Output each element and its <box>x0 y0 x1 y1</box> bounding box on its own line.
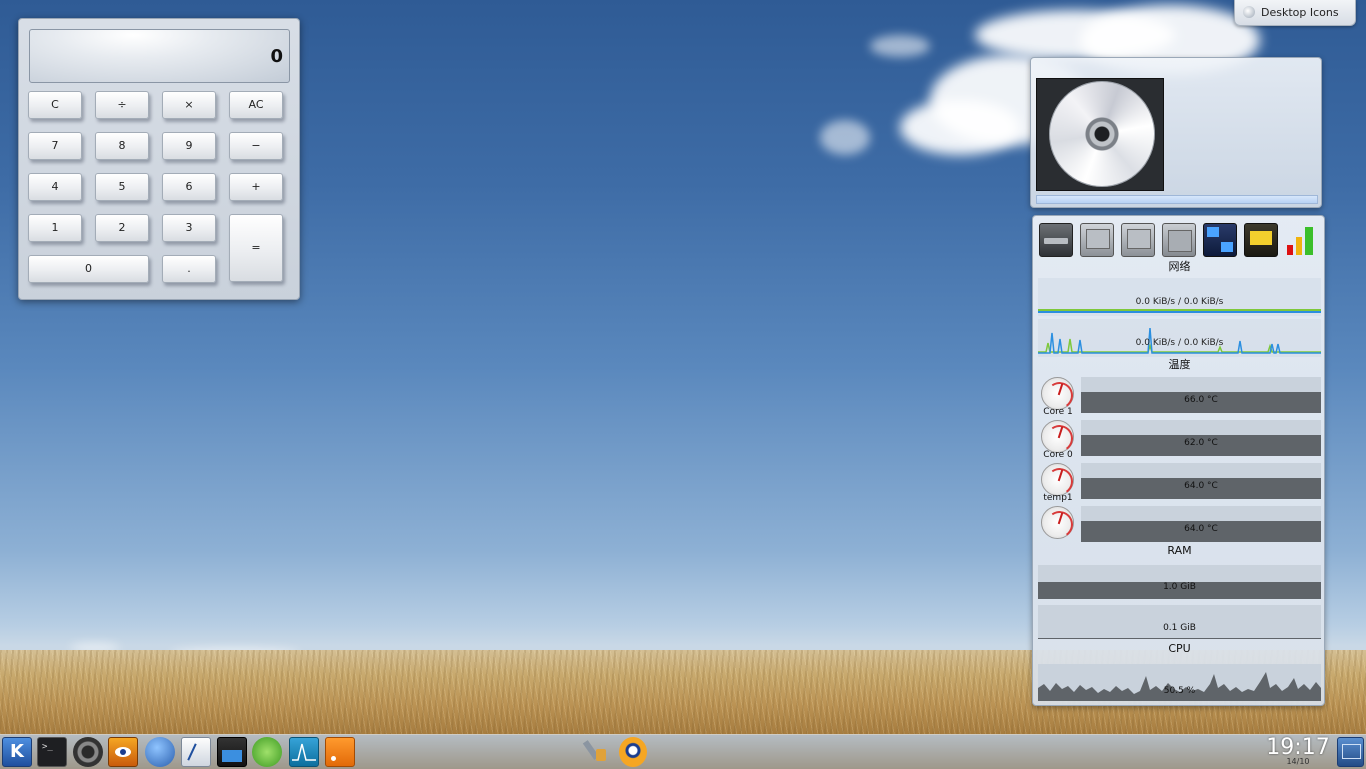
media-progress-bar[interactable] <box>1036 195 1318 204</box>
temperature-plot: 64.0 °C <box>1081 506 1321 542</box>
writer-icon[interactable] <box>181 737 211 767</box>
temperature-row: Core 0 62.0 °C <box>1038 420 1321 460</box>
temperature-heading: 温度 <box>1168 358 1191 371</box>
signal-bars-icon[interactable] <box>1285 223 1319 257</box>
network-plot: 0.0 KiB/s / 0.0 KiB/s <box>1038 319 1321 357</box>
tools-icon[interactable] <box>582 737 609 767</box>
divide-button[interactable]: ÷ <box>95 91 149 119</box>
desktop-icons-toolbox-button[interactable]: Desktop Icons <box>1234 0 1356 26</box>
sensor-name: temp1 <box>1043 493 1073 503</box>
clear-button[interactable]: C <box>28 91 82 119</box>
temperature-gauge-icon <box>1041 377 1076 412</box>
webcam-icon[interactable] <box>73 737 103 767</box>
ram-plot: 1.0 GiB <box>1038 565 1321 599</box>
minus-button[interactable]: − <box>229 132 283 160</box>
equals-button[interactable]: = <box>229 214 283 282</box>
temperature-row: temp1 64.0 °C <box>1038 463 1321 503</box>
plasma-toolbox-icon <box>1243 6 1255 18</box>
clock-date: 14/10 <box>1286 757 1310 766</box>
multiply-button[interactable]: × <box>162 91 216 119</box>
temperature-row: Core 1 66.0 °C <box>1038 377 1321 417</box>
temperature-plot: 62.0 °C <box>1081 420 1321 456</box>
ram-used-value: 1.0 GiB <box>1163 582 1196 592</box>
temperature-row: 64.0 °C <box>1038 506 1321 546</box>
hardware-icon[interactable] <box>1162 223 1196 257</box>
update-icon[interactable] <box>619 737 647 767</box>
terminal-icon[interactable]: >_ <box>37 737 67 767</box>
digit-6-button[interactable]: 6 <box>162 173 216 201</box>
wallpaper-cloud <box>900 100 1020 155</box>
eye-viewer-icon[interactable] <box>108 737 138 767</box>
digit-4-button[interactable]: 4 <box>28 173 82 201</box>
waveform-icon[interactable] <box>289 737 319 767</box>
digit-5-button[interactable]: 5 <box>95 173 149 201</box>
sensor-name: Core 1 <box>1043 407 1073 417</box>
sensor-value: 64.0 °C <box>1184 481 1218 491</box>
optical-disc-icon <box>1049 81 1155 187</box>
sensor-value: 64.0 °C <box>1184 524 1218 534</box>
upload-line <box>1038 311 1321 313</box>
network-rate: 0.0 KiB/s / 0.0 KiB/s <box>1135 297 1224 307</box>
digit-7-button[interactable]: 7 <box>28 132 82 160</box>
network-heading: 网络 <box>1168 260 1191 273</box>
digit-8-button[interactable]: 8 <box>95 132 149 160</box>
temperature-gauge-icon <box>1041 420 1076 455</box>
android-icon[interactable] <box>252 737 282 767</box>
taskbar-panel: K >_ 19:17 14/10 <box>0 734 1366 769</box>
sensor-name: Core 0 <box>1043 450 1073 460</box>
digit-0-button[interactable]: 0 <box>28 255 149 283</box>
digit-9-button[interactable]: 9 <box>162 132 216 160</box>
plus-button[interactable]: + <box>229 173 283 201</box>
ram-heading: RAM <box>1167 544 1192 557</box>
kde-menu-icon[interactable]: K <box>2 737 32 767</box>
calculator-display: 0 <box>29 29 290 83</box>
network-rate: 0.0 KiB/s / 0.0 KiB/s <box>1135 338 1224 348</box>
swap-used-value: 0.1 GiB <box>1163 623 1196 633</box>
rss-icon[interactable] <box>325 737 355 767</box>
media-player-widget <box>1030 57 1322 208</box>
digit-2-button[interactable]: 2 <box>95 214 149 242</box>
monitor-icon[interactable] <box>1121 223 1155 257</box>
system-monitor-widget: 网络 0.0 KiB/s / 0.0 KiB/s 0.0 KiB/s / 0.0… <box>1032 215 1325 706</box>
network-icon[interactable] <box>1203 223 1237 257</box>
monitor-icon[interactable] <box>1080 223 1114 257</box>
network-plot: 0.0 KiB/s / 0.0 KiB/s <box>1038 278 1321 316</box>
hard-disk-icon[interactable] <box>1039 223 1073 257</box>
cpu-heading: CPU <box>1168 642 1191 655</box>
swap-plot: 0.1 GiB <box>1038 605 1321 639</box>
cpu-usage-value: 50.5 % <box>1163 686 1196 696</box>
video-editor-icon[interactable] <box>217 737 247 767</box>
wallpaper-cloud <box>870 35 930 57</box>
temperature-plot: 66.0 °C <box>1081 377 1321 413</box>
web-browser-icon[interactable] <box>145 737 175 767</box>
sensor-value: 66.0 °C <box>1184 395 1218 405</box>
temperature-gauge-icon <box>1041 506 1076 541</box>
desktop-icons-label: Desktop Icons <box>1261 6 1339 19</box>
memory-chip-icon[interactable] <box>1244 223 1278 257</box>
decimal-button[interactable]: . <box>162 255 216 283</box>
temperature-plot: 64.0 °C <box>1081 463 1321 499</box>
cpu-plot: 50.5 % <box>1038 664 1321 701</box>
album-art[interactable] <box>1036 78 1164 191</box>
sensor-value: 62.0 °C <box>1184 438 1218 448</box>
digit-3-button[interactable]: 3 <box>162 214 216 242</box>
wallpaper-cloud <box>820 120 870 155</box>
show-desktop-icon[interactable] <box>1337 737 1364 767</box>
digit-1-button[interactable]: 1 <box>28 214 82 242</box>
calculator-widget: 0 C ÷ × AC 7 8 9 − 4 5 6 + 1 2 3 = 0 . <box>18 18 300 300</box>
all-clear-button[interactable]: AC <box>229 91 283 119</box>
temperature-gauge-icon <box>1041 463 1076 498</box>
